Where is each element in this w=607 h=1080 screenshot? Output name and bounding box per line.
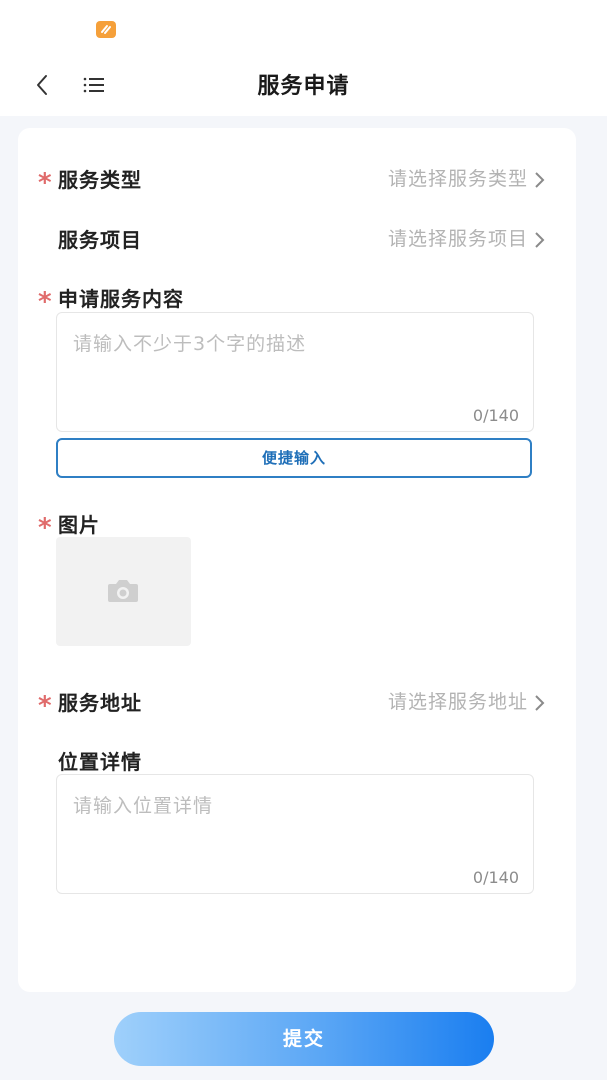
location-detail-label: 位置详情: [58, 750, 142, 774]
nav-bar: 服务申请: [0, 60, 607, 116]
location-detail-row: 位置详情: [18, 742, 576, 778]
service-item-row[interactable]: 服务项目 请选择服务项目: [18, 220, 576, 256]
service-address-row[interactable]: * 服务地址 请选择服务地址: [18, 683, 576, 719]
service-content-placeholder: 请输入不少于3个字的描述: [73, 333, 307, 355]
service-content-textarea[interactable]: 请输入不少于3个字的描述 0/140: [56, 312, 534, 432]
status-bar: [0, 0, 607, 60]
service-type-label: 服务类型: [58, 168, 142, 192]
location-detail-placeholder: 请输入位置详情: [73, 795, 214, 817]
chevron-right-icon: [535, 695, 545, 711]
required-mark: *: [38, 287, 52, 317]
required-mark: *: [38, 513, 52, 543]
chevron-right-icon: [535, 232, 545, 248]
service-item-label: 服务项目: [58, 228, 142, 252]
images-row: * 图片: [18, 505, 576, 541]
page-title: 服务申请: [257, 74, 350, 99]
camera-icon: [108, 580, 138, 602]
chevron-right-icon: [535, 172, 545, 188]
service-item-picker[interactable]: 请选择服务项目: [388, 224, 528, 251]
images-label: 图片: [58, 513, 100, 537]
char-counter: 0/140: [472, 868, 519, 887]
service-address-label: 服务地址: [58, 691, 142, 715]
service-address-picker[interactable]: 请选择服务地址: [388, 687, 528, 714]
form-card: * 服务类型 请选择服务类型 服务项目 请选择服务项目 * 申请服务内容 请输入…: [18, 128, 576, 992]
submit-button[interactable]: 提交: [114, 1012, 494, 1066]
service-type-row[interactable]: * 服务类型 请选择服务类型: [18, 160, 576, 196]
quick-input-button[interactable]: 便捷输入: [56, 438, 532, 478]
required-mark: *: [38, 168, 52, 198]
service-content-label: 申请服务内容: [58, 287, 184, 311]
service-type-picker[interactable]: 请选择服务类型: [388, 164, 528, 191]
service-content-row: * 申请服务内容: [18, 279, 576, 315]
char-counter: 0/140: [472, 406, 519, 425]
location-detail-textarea[interactable]: 请输入位置详情 0/140: [56, 774, 534, 894]
app-logo-icon: [96, 21, 116, 38]
required-mark: *: [38, 691, 52, 721]
image-upload-button[interactable]: [56, 537, 191, 646]
